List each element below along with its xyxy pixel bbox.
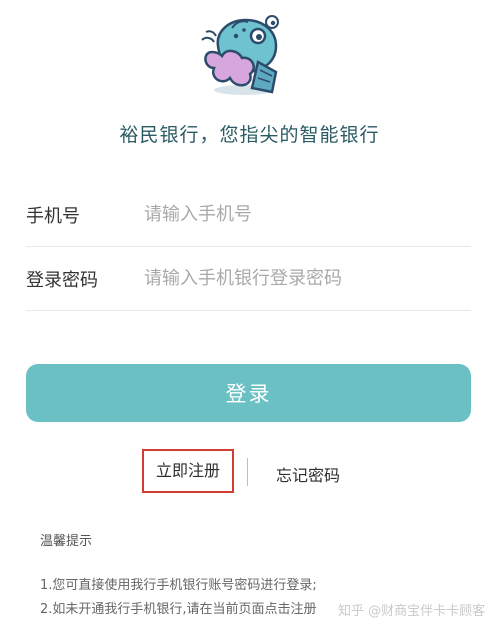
tip-item: 2.如未开通我行手机银行,请在当前页面点击注册 xyxy=(40,602,317,617)
mascot-logo-icon xyxy=(201,15,279,95)
tips-title: 温馨提示 xyxy=(40,534,93,549)
watermark-text: 知乎 @财商宝伴卡卡顾客 xyxy=(338,604,486,619)
phone-input[interactable] xyxy=(144,196,464,232)
app-slogan: 裕民银行，您指尖的智能银行 xyxy=(119,124,380,146)
login-button[interactable]: 登录 xyxy=(26,364,471,422)
password-input[interactable] xyxy=(144,260,464,296)
forgot-password-link[interactable]: 忘记密码 xyxy=(276,462,340,486)
tip-item: 1.您可直接使用我行手机银行账号密码进行登录; xyxy=(40,578,317,593)
password-label: 登录密码 xyxy=(26,270,98,291)
register-link[interactable]: 立即注册 xyxy=(142,449,234,493)
link-divider xyxy=(247,458,248,486)
phone-row: 手机号 xyxy=(26,182,471,247)
password-row: 登录密码 xyxy=(26,246,471,311)
phone-label: 手机号 xyxy=(26,206,80,227)
